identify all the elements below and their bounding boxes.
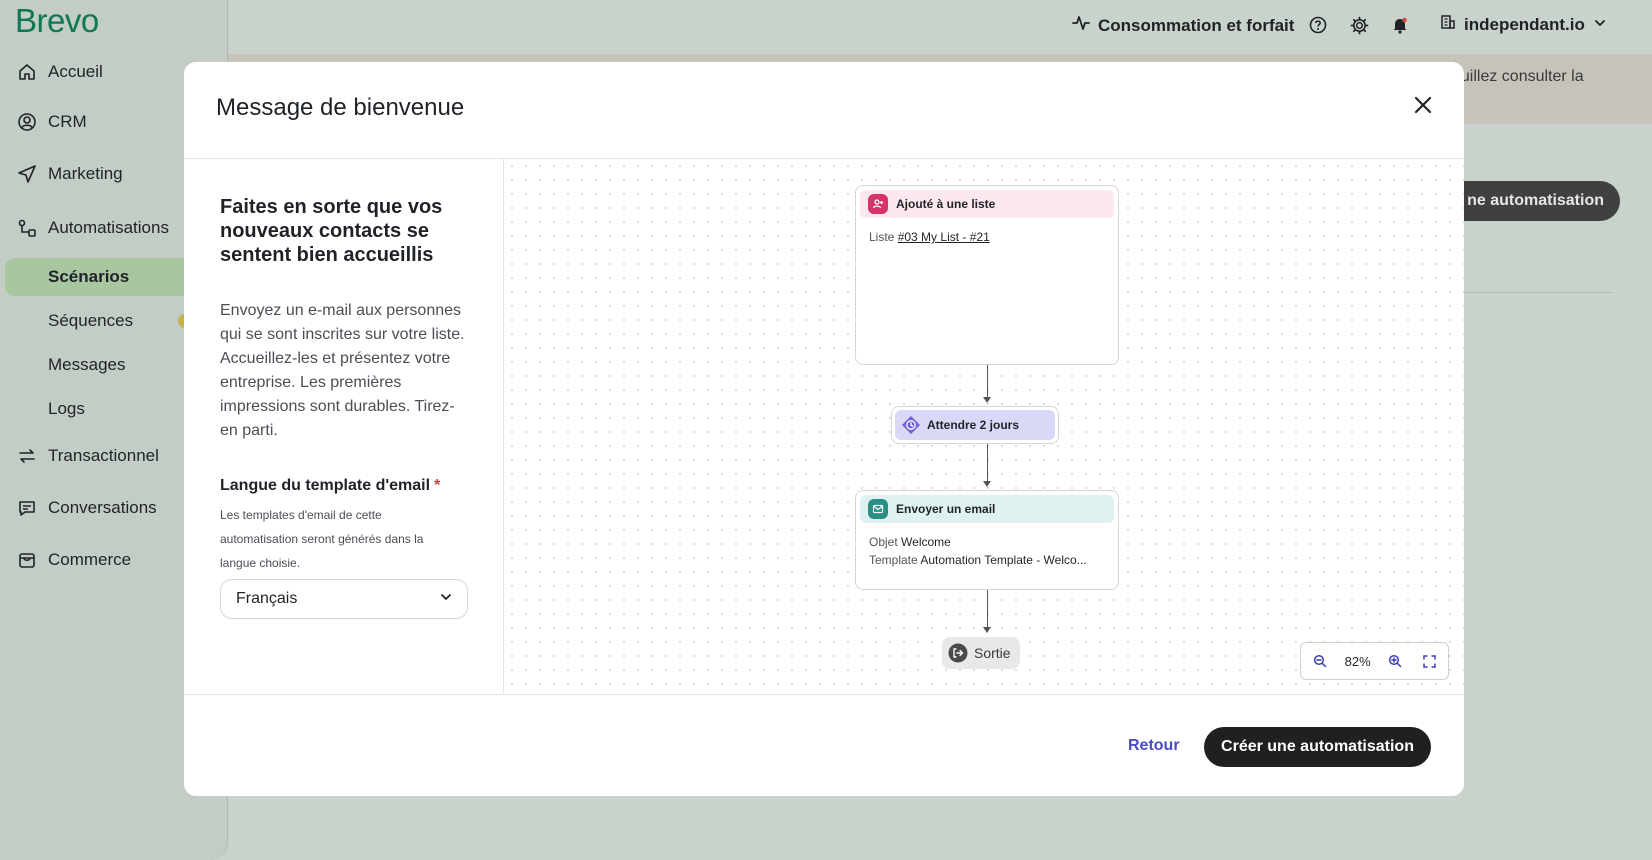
chevron-down-icon [1593, 15, 1607, 35]
exit-node-title: Sortie [974, 645, 1011, 661]
building-icon [1440, 14, 1456, 35]
back-button[interactable]: Retour [1128, 727, 1180, 765]
connector-arrow [983, 397, 991, 403]
modal-title: Message de bienvenue [216, 94, 465, 121]
template-description: Envoyez un e-mail aux personnes qui se s… [220, 302, 465, 439]
template-details-panel: Faites en sorte que vos nouveaux contact… [184, 159, 504, 694]
trigger-node-header: Ajouté à une liste [860, 190, 1114, 218]
email-subject-key: Objet [869, 535, 898, 549]
email-template-key: Template [869, 553, 918, 567]
modal-footer: Retour Créer une automatisation [184, 694, 1464, 796]
email-node-body: Objet Welcome Template Automation Templa… [856, 527, 1118, 575]
language-selected-value: Français [236, 590, 298, 607]
user-circle-icon [16, 111, 38, 133]
zoom-controls: 82% [1300, 642, 1449, 680]
background-divider [1440, 292, 1612, 293]
zoom-out-icon[interactable] [1311, 652, 1329, 670]
send-icon [16, 163, 38, 185]
wait-node-header: Attendre 2 jours [895, 410, 1055, 440]
zoom-in-icon[interactable] [1386, 652, 1404, 670]
email-template-row: Template Automation Template - Welco... [869, 551, 1105, 569]
required-mark: * [434, 477, 441, 494]
trigger-node-title: Ajouté à une liste [896, 197, 996, 211]
trigger-node-body: Liste #03 My List - #21 [856, 222, 1118, 252]
trigger-list-link[interactable]: #03 My List - #21 [898, 230, 990, 244]
background-create-button: ne automatisation [1440, 181, 1620, 221]
trigger-key: Liste [869, 230, 895, 244]
account-name: independant.io [1464, 14, 1585, 34]
language-select[interactable]: Français [220, 579, 468, 619]
wait-node-title: Attendre 2 jours [927, 418, 1020, 432]
language-help-text: Les templates d'email de cette automatis… [220, 508, 424, 570]
welcome-message-modal: Message de bienvenue Faites en sorte que… [184, 62, 1464, 796]
sidebar-item-label: Conversations [48, 498, 157, 517]
chat-icon [16, 497, 38, 519]
connector-line [987, 590, 988, 628]
bell-icon[interactable] [1390, 15, 1410, 35]
mail-icon [868, 499, 888, 519]
zoom-level: 82% [1344, 653, 1371, 669]
sidebar-item-label: Commerce [48, 550, 132, 569]
sidebar-item-label: Accueil [48, 62, 103, 81]
store-icon [16, 549, 38, 571]
account-switcher[interactable]: independant.io [1440, 14, 1607, 35]
workflow-node-email[interactable]: Envoyer un email Objet Welcome Template … [855, 490, 1119, 590]
user-add-icon [868, 194, 888, 214]
consumption-link[interactable]: Consommation et forfait [1072, 14, 1294, 37]
sidebar-item-label: Automatisations [48, 218, 169, 237]
language-label: Langue du template d'email * [220, 477, 440, 495]
template-heading: Faites en sorte que vos nouveaux contact… [220, 196, 443, 266]
home-icon [16, 61, 38, 83]
create-automation-button[interactable]: Créer une automatisation [1204, 727, 1431, 767]
email-subject-row: Objet Welcome [869, 533, 1105, 551]
email-template-value: Automation Template - Welco... [920, 553, 1087, 567]
connector-line [987, 365, 988, 398]
email-subject-value: Welcome [901, 535, 951, 549]
email-node-header: Envoyer un email [860, 495, 1114, 523]
sidebar-subitem-label: Messages [48, 355, 126, 374]
modal-header: Message de bienvenue [184, 62, 1464, 159]
email-node-title: Envoyer un email [896, 502, 996, 516]
clock-icon [901, 415, 921, 435]
chevron-down-icon [439, 590, 453, 609]
activity-icon [1072, 14, 1090, 37]
help-icon[interactable] [1308, 15, 1328, 35]
sidebar-item-label: Transactionnel [48, 446, 159, 465]
connector-line [987, 444, 988, 482]
sidebar-item-label: CRM [48, 112, 87, 131]
gear-icon[interactable] [1349, 15, 1369, 35]
transfer-icon [16, 445, 38, 467]
workflow-node-trigger[interactable]: Ajouté à une liste Liste #03 My List - #… [855, 185, 1119, 365]
workflow-node-exit[interactable]: Sortie [942, 637, 1020, 669]
automation-icon [16, 217, 38, 239]
workflow-node-wait[interactable]: Attendre 2 jours [891, 406, 1059, 444]
background-banner-text: euillez consulter la [1452, 68, 1584, 85]
connector-arrow [983, 481, 991, 487]
sidebar-item-label: Marketing [48, 164, 123, 183]
brevo-logo[interactable]: Brevo [15, 2, 99, 40]
sidebar-subitem-label: Séquences [48, 311, 134, 330]
workflow-preview-canvas[interactable]: Ajouté à une liste Liste #03 My List - #… [505, 159, 1464, 694]
close-button[interactable] [1410, 94, 1436, 120]
exit-icon [948, 643, 968, 663]
close-icon [1414, 96, 1432, 119]
connector-arrow [983, 627, 991, 633]
sidebar-subitem-label: Scénarios [48, 267, 130, 286]
fullscreen-icon[interactable] [1420, 652, 1438, 670]
language-label-text: Langue du template d'email [220, 477, 431, 494]
consumption-label: Consommation et forfait [1098, 15, 1295, 35]
sidebar-subitem-label: Logs [48, 399, 85, 418]
